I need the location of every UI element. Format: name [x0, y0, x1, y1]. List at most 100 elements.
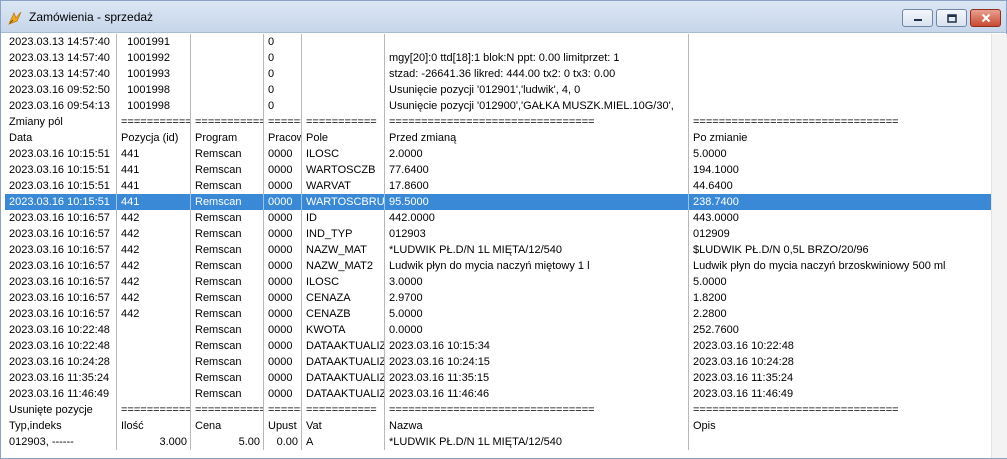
cell-program: Remscan [191, 226, 264, 242]
table-row[interactable]: 2023.03.16 10:16:57 442 Remscan 0000 CENAZB 5… [5, 306, 991, 322]
table-row[interactable]: Usunięte pozycje =========== =========== ==… [5, 402, 991, 418]
cell-pracownik: 0000 [264, 146, 302, 162]
cell-przed-zmiana: 77.6400 [385, 162, 689, 178]
cell-pracownik: 0000 [264, 322, 302, 338]
cell-po-zmianie [689, 98, 991, 114]
table-row[interactable]: 2023.03.16 10:16:57 442 Remscan 0000 ILOSC 3.… [5, 274, 991, 290]
table-row[interactable]: 2023.03.16 10:22:48 Remscan 0000 KWOTA 0.000… [5, 322, 991, 338]
cell-pole: Pole [302, 130, 385, 146]
cell-program: Remscan [191, 178, 264, 194]
cell-po-zmianie: 012909 [693, 228, 730, 240]
cell-pracownik: 0000 [264, 354, 302, 370]
cell-pracownik: Pracow [264, 130, 302, 146]
cell-pozycja: 442 [117, 274, 191, 290]
cell-data: 2023.03.16 11:46:49 [5, 386, 117, 402]
cell-pozycja: 442 [117, 210, 191, 226]
table-row[interactable]: 2023.03.16 10:16:57 442 Remscan 0000 IND_TYP… [5, 226, 991, 242]
table-row[interactable]: 2023.03.16 11:46:49 Remscan 0000 DATAAKTUAL… [5, 386, 991, 402]
cell-program: Remscan [191, 386, 264, 402]
cell-pracownik: 0 [264, 82, 302, 98]
cell-pole: ILOSC [302, 146, 385, 162]
table-row[interactable]: 2023.03.16 10:16:57 442 Remscan 0000 ID 442.0… [5, 210, 991, 226]
cell-pozycja: 1001998 [117, 98, 191, 114]
cell-data: 2023.03.16 09:52:50 [5, 82, 117, 98]
cell-pracownik: 0 [264, 50, 302, 66]
cell-przed-zmiana: 2.9700 [385, 290, 689, 306]
table-row[interactable]: 2023.03.16 11:35:24 Remscan 0000 DATAAKTUAL… [5, 370, 991, 386]
cell-pracownik: 0000 [264, 210, 302, 226]
cell-przed-zmiana: 2023.03.16 11:35:15 [385, 370, 689, 386]
cell-program: Cena [191, 418, 264, 434]
cell-program: Remscan [191, 338, 264, 354]
cell-przed-zmiana: 5.0000 [385, 306, 689, 322]
cell-pole: DATAAKTUALIZ [302, 370, 385, 386]
close-button[interactable] [970, 9, 1001, 27]
cell-pracownik: 0000 [264, 258, 302, 274]
table-row[interactable]: 2023.03.13 14:57:40 1001993 0 stzad: -26641… [5, 66, 991, 82]
table-row[interactable]: 2023.03.13 14:57:40 1001992 0 mgy[20]:0 ttd… [5, 50, 991, 66]
cell-pole: Vat [302, 418, 385, 434]
cell-przed-zmiana: Przed zmianą [385, 130, 689, 146]
cell-przed-zmiana: 95.5000 [385, 194, 689, 210]
cell-pozycja: 442 [117, 226, 191, 242]
table-row[interactable]: Typ,indeks Ilość Cena Upust Vat Nazwa Opis [5, 418, 991, 434]
cell-pole [302, 66, 385, 82]
table-row[interactable]: 2023.03.16 09:54:13 1001998 0 Usunięcie poz… [5, 98, 991, 114]
title-bar[interactable]: Zamówienia - sprzedaż [1, 1, 1006, 33]
cell-data: 2023.03.16 09:54:13 [5, 98, 117, 114]
table-row[interactable]: 2023.03.16 10:22:48 Remscan 0000 DATAAKTUAL… [5, 338, 991, 354]
cell-pole: WARVAT [302, 178, 385, 194]
cell-program: Remscan [191, 306, 264, 322]
cell-pole: ID [302, 210, 385, 226]
changes-log-grid[interactable]: 2023.03.13 14:57:40 1001991 0 2023.03.13 14… [5, 34, 991, 458]
cell-po-zmianie: Opis [693, 420, 716, 432]
minimize-button[interactable] [902, 9, 933, 27]
table-row[interactable]: 2023.03.16 10:16:57 442 Remscan 0000 CENAZA 2… [5, 290, 991, 306]
cell-pracownik: Upust [264, 418, 302, 434]
cell-pozycja: 442 [117, 258, 191, 274]
cell-data: 2023.03.16 11:35:24 [5, 370, 117, 386]
cell-po-zmianie: Po zmianie [693, 132, 748, 144]
cell-po-zmianie [689, 50, 991, 66]
cell-przed-zmiana: stzad: -26641.36 likred: 444.00 tx2: 0 t… [385, 66, 689, 82]
cell-program: Program [191, 130, 264, 146]
cell-data: 2023.03.16 10:15:51 [5, 178, 117, 194]
cell-po-zmianie: 2023.03.16 11:46:49 [693, 388, 794, 400]
table-row[interactable]: 2023.03.16 10:24:28 Remscan 0000 DATAAKTUAL… [5, 354, 991, 370]
cell-po-zmianie: 2023.03.16 11:35:24 [693, 372, 794, 384]
cell-pracownik: 0000 [264, 162, 302, 178]
cell-program: Remscan [191, 146, 264, 162]
table-row[interactable]: 2023.03.13 14:57:40 1001991 0 [5, 34, 991, 50]
cell-pracownik: 0000 [264, 370, 302, 386]
app-logo-icon [8, 11, 22, 25]
cell-pozycja: 442 [117, 242, 191, 258]
table-row-selected[interactable]: 2023.03.16 10:15:51 441 Remscan 0000 WARTOSC… [5, 194, 991, 210]
maximize-button[interactable] [936, 9, 967, 27]
table-row[interactable]: 2023.03.16 10:16:57 442 Remscan 0000 NAZW_MA… [5, 242, 991, 258]
cell-data: 2023.03.13 14:57:40 [5, 50, 117, 66]
cell-program [191, 34, 264, 50]
cell-pozycja [117, 354, 191, 370]
table-row[interactable]: 2023.03.16 10:15:51 441 Remscan 0000 ILOSC 2.… [5, 146, 991, 162]
cell-po-zmianie: 194.1000 [693, 164, 739, 176]
table-row[interactable]: 2023.03.16 09:52:50 1001998 0 Usunięcie poz… [5, 82, 991, 98]
table-row[interactable]: 2023.03.16 10:15:51 441 Remscan 0000 WARVAT 1… [5, 178, 991, 194]
cell-przed-zmiana: *LUDWIK PŁ.D/N 1L MIĘTA/12/540 [385, 434, 689, 450]
cell-program: Remscan [191, 162, 264, 178]
cell-program: =============== [191, 402, 264, 418]
table-row[interactable]: Data Pozycja (id) Program Pracow Pole Przed z… [5, 130, 991, 146]
cell-przed-zmiana: Nazwa [385, 418, 689, 434]
cell-data: 2023.03.16 10:15:51 [5, 162, 117, 178]
cell-przed-zmiana: Usunięcie pozycji '012900','GAŁKA MUSZK.… [385, 98, 689, 114]
vertical-scrollbar[interactable] [991, 34, 1007, 458]
cell-data: 2023.03.16 10:22:48 [5, 338, 117, 354]
table-row[interactable]: 2023.03.16 10:16:57 442 Remscan 0000 NAZW_MA… [5, 258, 991, 274]
table-row[interactable]: 012903, ------ 3.000 5.00 0.00 A *LUDWIK PŁ.D… [5, 434, 991, 450]
cell-data: 2023.03.16 10:16:57 [5, 210, 117, 226]
cell-przed-zmiana: 2023.03.16 10:24:15 [385, 354, 689, 370]
cell-program: Remscan [191, 194, 264, 210]
table-row[interactable]: Zmiany pól =========== =========== ===== ===… [5, 114, 991, 130]
cell-pozycja: 441 [117, 194, 191, 210]
cell-pracownik: 0.00 [264, 434, 302, 450]
table-row[interactable]: 2023.03.16 10:15:51 441 Remscan 0000 WARTOSC… [5, 162, 991, 178]
